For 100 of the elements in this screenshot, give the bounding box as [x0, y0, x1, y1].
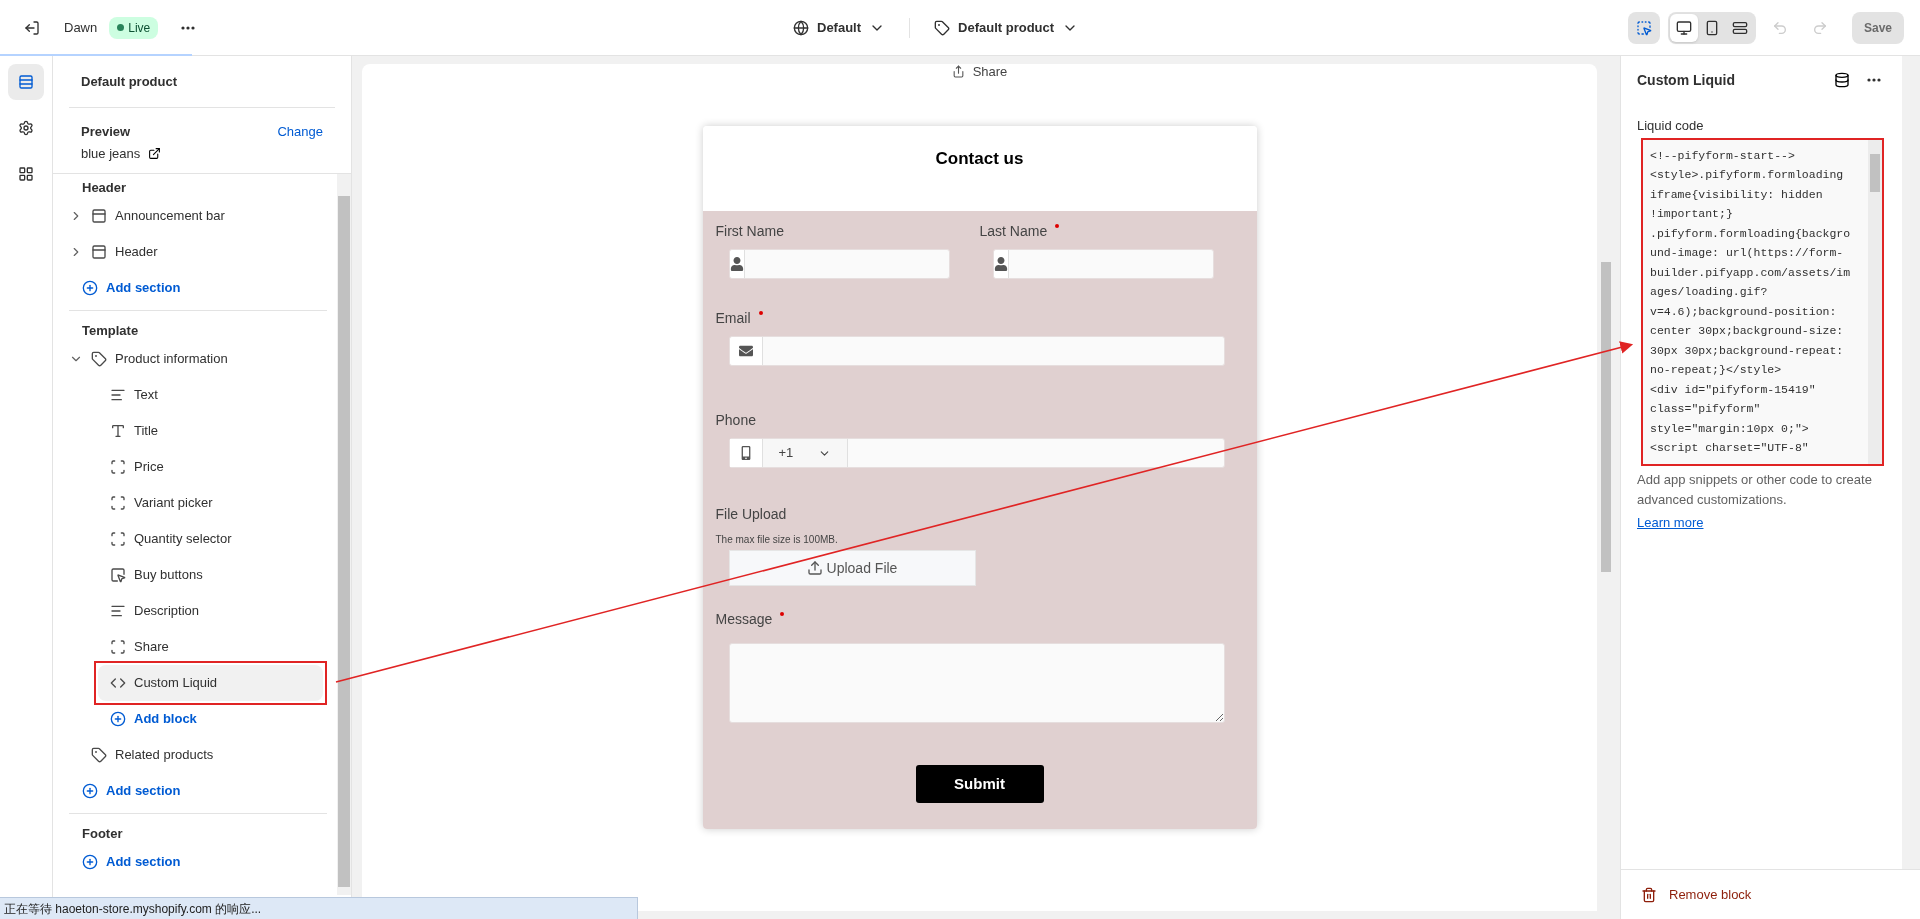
message-field[interactable]	[728, 643, 1225, 723]
code-line: 30px 30px;background-repeat:	[1650, 342, 1845, 359]
plus-circle-icon	[82, 854, 98, 870]
code-line: <!--pifyform-start-->	[1650, 147, 1796, 164]
code-line: center 30px;background-size:	[1650, 323, 1845, 339]
status-badge: Live	[109, 16, 159, 39]
plus-circle-icon	[110, 711, 126, 727]
section-item[interactable]: Announcement bar	[69, 198, 327, 234]
code-line: style="margin:10px 0;">	[1650, 420, 1810, 437]
code-line: no-repeat;}</style>	[1650, 362, 1783, 378]
upload-file-button[interactable]: Upload File	[728, 550, 976, 586]
share-label: Share	[972, 64, 1008, 78]
code-line: ages/loading.gif?	[1650, 284, 1769, 300]
change-link[interactable]: Change	[277, 122, 323, 142]
code-line: builder.pifyapp.com/assets/im	[1650, 264, 1852, 281]
inspector-button[interactable]	[1627, 11, 1660, 44]
field-label: Phone	[715, 411, 756, 430]
tag-icon	[91, 351, 107, 367]
code-icon	[110, 675, 126, 691]
section-icon	[91, 244, 107, 260]
code-line: iframe{visibility: hidden	[1650, 186, 1824, 203]
upload-icon	[806, 560, 823, 576]
inspector-title: Custom Liquid	[1637, 70, 1735, 90]
learn-more-link[interactable]: Learn more	[1637, 514, 1704, 530]
code-line: class="pifyform"	[1650, 401, 1762, 417]
code-line: <div id="pifyform-15419"	[1650, 381, 1817, 398]
block-item[interactable]: Share	[98, 629, 327, 665]
preview-product: blue jeans	[81, 144, 141, 163]
apps-icon	[18, 166, 34, 182]
page-title: Default product	[81, 72, 178, 91]
field-label: File Upload	[715, 505, 787, 524]
input-field[interactable]	[992, 249, 1214, 279]
more-icon	[181, 25, 196, 30]
field-label: Liquid code	[1637, 117, 1705, 135]
form-title: Contact us	[935, 148, 1024, 170]
section-item[interactable]: Product information	[69, 341, 327, 377]
block-item[interactable]: Price	[98, 449, 327, 485]
field-label: First Name	[715, 222, 784, 241]
tag-icon	[91, 747, 107, 763]
undo-icon	[1771, 19, 1788, 36]
letter-icon	[110, 423, 126, 439]
block-item[interactable]: Title	[98, 413, 327, 449]
scrollbar[interactable]	[337, 174, 351, 895]
template-selector[interactable]: Default product	[926, 14, 1087, 42]
block-item[interactable]: Text	[98, 377, 327, 413]
dashed-frame-icon	[110, 639, 126, 655]
block-item[interactable]: Custom Liquid	[98, 665, 323, 701]
section-item[interactable]: Related products	[69, 737, 327, 773]
trash-icon	[1641, 886, 1657, 903]
add-section-button[interactable]: Add section	[69, 773, 181, 809]
code-line: <style>.pifyform.formloading	[1650, 167, 1845, 183]
block-item[interactable]: Variant picker	[98, 485, 327, 521]
redo-icon	[1811, 19, 1828, 36]
preview-label: Preview	[81, 123, 131, 141]
code-line: <script charset="UTF-8"	[1650, 440, 1810, 456]
add-section-button[interactable]: Add block	[69, 701, 197, 737]
external-link-icon	[148, 146, 162, 160]
person-icon	[729, 257, 744, 271]
sections-icon	[18, 74, 34, 90]
inspector-icon	[1635, 19, 1652, 36]
person-icon	[993, 257, 1008, 271]
viewport-button[interactable]	[1669, 13, 1698, 42]
code-line: v=4.6);background-position:	[1650, 303, 1838, 320]
add-section-button[interactable]: Add section	[69, 270, 181, 306]
locale-selector[interactable]: Default	[785, 14, 894, 42]
plus-circle-icon	[82, 783, 98, 799]
plus-circle-icon	[82, 280, 98, 296]
remove-block-button[interactable]: Remove block	[1641, 884, 1752, 905]
database-icon	[1834, 72, 1850, 88]
more-icon	[1867, 78, 1881, 82]
tag-icon	[934, 20, 951, 36]
code-line: und-image: url(https://form-	[1650, 245, 1845, 261]
exit-icon	[24, 19, 40, 36]
submit-button[interactable]: Submit	[915, 765, 1044, 803]
upload-hint: The max file size is 100MB.	[715, 533, 839, 547]
section-item[interactable]: Header	[69, 234, 327, 270]
share-icon	[951, 64, 965, 78]
browser-status-bar: 正在等待 haoeton-store.myshopify.com 的响应...	[0, 897, 638, 919]
code-line: .pifyform.formloading{backgro	[1650, 225, 1852, 242]
block-item[interactable]: Quantity selector	[98, 521, 327, 557]
full-width-icon	[1731, 19, 1748, 36]
block-item[interactable]: Description	[98, 593, 327, 629]
code-line: !important;}	[1650, 206, 1734, 222]
section-icon	[91, 208, 107, 224]
group-heading: Footer	[82, 825, 123, 844]
dashed-frame-icon	[110, 459, 126, 475]
sections-tab[interactable]	[8, 64, 44, 100]
group-heading: Template	[82, 322, 139, 341]
text-lines-icon	[110, 387, 126, 403]
input-field[interactable]	[728, 249, 950, 279]
help-text: Add app snippets or other code to create advanced customizations.	[1637, 470, 1873, 509]
inspector-scrollbar[interactable]	[1902, 56, 1920, 869]
field-label: Last Name	[979, 222, 1048, 241]
envelope-icon	[738, 344, 753, 358]
add-section-button[interactable]: Add section	[69, 844, 181, 880]
input-field[interactable]	[728, 336, 1225, 366]
field-label: Message	[715, 610, 773, 629]
dashed-frame-icon	[110, 531, 126, 547]
block-item[interactable]: Buy buttons	[98, 557, 327, 593]
code-scrollbar[interactable]	[1868, 139, 1882, 464]
